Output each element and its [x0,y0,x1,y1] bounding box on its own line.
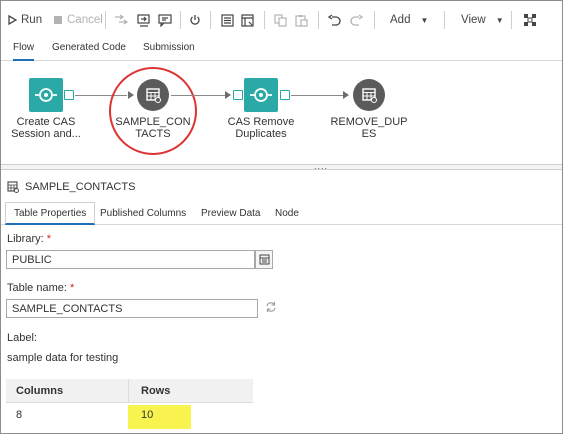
rows-header: Rows [141,385,171,397]
stop-icon [54,16,62,24]
node-label: CAS Remove Duplicates [227,116,295,140]
node-label: SAMPLE_CON TACTS [115,116,191,140]
tab-node[interactable]: Node [275,208,299,225]
import-button[interactable] [114,11,128,29]
run-button[interactable]: Run [8,11,42,29]
toolbar-divider [511,11,512,29]
table-name-label-text: Table name: [7,282,67,294]
toolbar-divider [444,11,445,29]
panel-splitter[interactable] [1,164,562,170]
table-icon [137,79,169,111]
connector-line [291,95,343,96]
import-icon [115,14,128,25]
redo-button[interactable] [350,11,363,29]
tab-published-columns[interactable]: Published Columns [100,208,186,225]
refresh-icon[interactable] [265,301,277,316]
table-row: 8 10 [6,403,253,427]
column-divider [128,379,129,403]
toolbar-divider [374,11,375,29]
detail-title: SAMPLE_CONTACTS [25,181,136,193]
cancel-label: Cancel [67,14,103,26]
cas-session-icon [29,78,63,112]
table-icon [7,181,19,193]
view-menu-button[interactable]: View ▼ [461,11,504,29]
copy-icon [274,13,287,27]
flow-canvas[interactable]: Create CAS Session and... SAMPLE_CON TAC… [1,62,562,166]
caret-down-icon: ▼ [420,15,429,25]
schedule-button[interactable] [189,11,201,29]
paste-icon [295,14,308,27]
table-name-field[interactable]: SAMPLE_CONTACTS [6,299,258,318]
layout-button[interactable] [523,11,537,29]
toolbar-divider [105,11,106,29]
properties-button[interactable] [221,11,234,29]
label-value: sample data for testing [7,352,119,364]
toolbar-divider [264,11,265,29]
label-label: Label: [7,332,37,344]
node-label: REMOVE_DUP ES [330,116,408,140]
save-flow-button[interactable] [137,11,151,29]
splitter-grip[interactable]: .... [314,162,328,171]
library-label: Library: * [7,233,51,245]
node-label: Create CAS Session and... [11,116,81,140]
detail-header: SAMPLE_CONTACTS [7,181,135,193]
input-port[interactable] [233,90,243,100]
connector-arrow-icon [343,91,349,99]
tab-flow[interactable]: Flow [13,42,35,61]
stats-grid-header: Columns Rows [6,379,253,403]
browse-library-icon [259,254,269,265]
comment-button[interactable] [158,11,172,29]
flow-tabs: Flow Generated Code Submission [1,39,562,61]
add-label: Add [390,14,411,26]
output-port[interactable] [280,90,290,100]
table-window-icon [241,13,254,27]
caret-down-icon: ▼ [495,15,504,25]
table-name-label: Table name: * [7,282,74,294]
tab-preview-data[interactable]: Preview Data [201,208,260,225]
copy-button[interactable] [274,11,287,29]
cancel-button[interactable]: Cancel [53,11,103,29]
library-label-text: Library: [7,233,44,245]
tab-table-properties[interactable]: Table Properties [5,202,96,225]
library-browse-button[interactable] [255,250,273,269]
toolbar-divider [180,11,181,29]
table-view-button[interactable] [241,11,254,29]
undo-button[interactable] [328,11,341,29]
toolbar-divider [210,11,211,29]
app-window: Run Cancel Add ▼ View ▼ Flow Generated C… [0,0,563,434]
redo-icon [350,14,363,26]
remove-duplicates-icon [244,78,278,112]
connector-arrow-icon [225,91,231,99]
detail-tabs: Table Properties Published Columns Previ… [1,201,562,225]
tab-generated-code[interactable]: Generated Code [52,42,126,61]
columns-value: 8 [16,409,23,421]
undo-icon [328,14,341,26]
grid-layout-icon [524,14,536,26]
export-icon [137,13,150,27]
comment-icon [158,13,172,27]
tab-submission[interactable]: Submission [143,42,195,61]
list-window-icon [221,13,234,27]
library-field[interactable]: PUBLIC [6,250,255,269]
columns-header: Columns [16,385,64,397]
paste-button[interactable] [295,11,308,29]
rows-value: 10 [141,409,154,421]
output-port[interactable] [64,90,74,100]
required-marker: * [70,282,75,294]
toolbar-divider [318,11,319,29]
run-label: Run [21,14,43,26]
add-menu-button[interactable]: Add ▼ [390,11,428,29]
table-icon [353,79,385,111]
view-label: View [461,14,486,26]
toolbar: Run Cancel Add ▼ View ▼ [1,1,562,37]
required-marker: * [46,233,52,245]
play-icon [8,15,17,25]
power-icon [190,15,200,25]
connector-line [171,95,225,96]
